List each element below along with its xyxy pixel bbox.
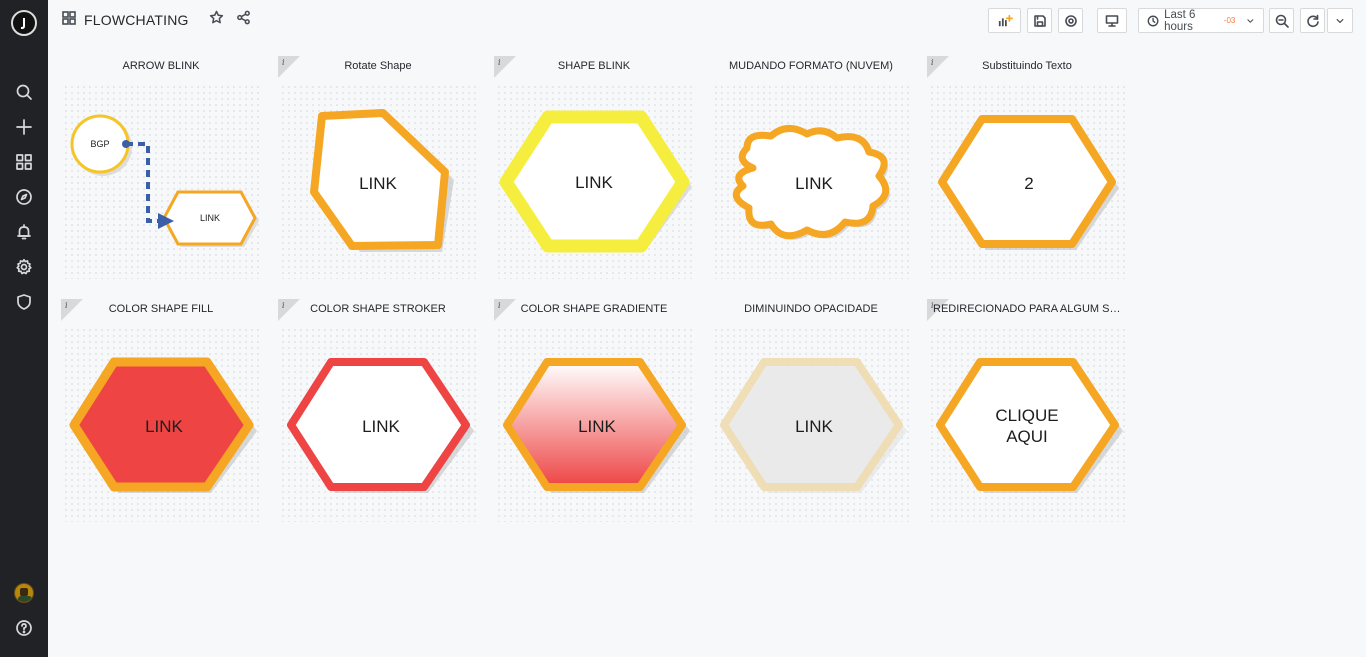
shape-label: LINK [359,174,397,193]
panel-title[interactable]: DIMINUINDO OPACIDADE [711,303,911,315]
bell-icon[interactable] [12,220,36,244]
shape-label: LINK [578,417,616,436]
zoom-out-button[interactable] [1269,8,1294,33]
panel-title[interactable]: ARROW BLINK [61,60,261,72]
panel-mudando-formato[interactable]: MUDANDO FORMATO (NUVEM) LINK [711,0,911,279]
sidebar [0,0,48,657]
link-label-line1[interactable]: CLIQUE [977,405,1077,426]
panel-substituindo-texto[interactable]: i Substituindo Texto 2 [927,0,1127,279]
time-range-picker[interactable]: Last 6 hours -03 [1138,8,1264,33]
node-label: BGP [90,139,110,149]
refresh-button[interactable] [1300,8,1325,33]
plus-icon[interactable] [12,115,36,139]
shape-label: LINK [362,417,400,436]
dashboards-icon[interactable] [12,150,36,174]
panel-title[interactable]: MUDANDO FORMATO (NUVEM) [711,60,911,72]
shape-label: LINK [575,173,613,192]
time-range-label: Last 6 hours [1164,8,1196,33]
shape-label: LINK [795,417,833,436]
search-icon[interactable] [12,80,36,104]
panel-arrow-blink[interactable]: ARROW BLINK BGP LINK [61,0,261,279]
panel-redirecionado[interactable]: i REDIRECIONADO PARA ALGUM SI... CLIQUE … [927,243,1127,522]
panel-title[interactable]: SHAPE BLINK [494,60,694,72]
gear-icon[interactable] [12,255,36,279]
panel-color-shape-gradiente[interactable]: i COLOR SHAPE GRADIENTE LINK [494,243,694,522]
panel-title[interactable]: COLOR SHAPE FILL [61,303,261,315]
timezone-label: -03 [1223,16,1236,25]
panel-title[interactable]: COLOR SHAPE STROKER [278,303,478,315]
chevron-down-icon [1247,18,1254,23]
panel-color-shape-fill[interactable]: i COLOR SHAPE FILL LINK [61,243,261,522]
node-label: LINK [199,213,220,223]
user-avatar[interactable] [14,583,34,603]
flowchart-canvas: LINK [280,327,476,522]
panel-rotate-shape[interactable]: i Rotate Shape LINK [278,0,478,279]
shape-label: 2 [1024,174,1034,193]
panel-shape-blink[interactable]: i SHAPE BLINK LINK [494,0,694,279]
panel-title[interactable]: COLOR SHAPE GRADIENTE [494,303,694,315]
help-icon[interactable] [12,616,36,640]
flowchart-canvas: LINK [63,327,259,522]
panel-color-shape-stroker[interactable]: i COLOR SHAPE STROKER LINK [278,243,478,522]
app-logo-icon[interactable] [11,10,37,36]
shape-label: LINK [795,174,833,193]
link-label-line2[interactable]: AQUI [977,426,1077,447]
panel-diminuindo-opacidade[interactable]: DIMINUINDO OPACIDADE LINK [711,243,911,522]
clock-icon [1147,15,1159,26]
panel-title[interactable]: REDIRECIONADO PARA ALGUM SI... [927,303,1127,315]
shape-label: LINK [145,417,183,436]
refresh-interval-dropdown[interactable] [1327,8,1353,33]
shield-icon[interactable] [12,290,36,314]
flowchart-canvas: CLIQUE AQUI [929,327,1125,522]
flowchart-canvas: LINK [496,327,692,522]
panel-title[interactable]: Rotate Shape [278,60,478,72]
compass-icon[interactable] [12,185,36,209]
panel-title[interactable]: Substituindo Texto [927,60,1127,72]
flowchart-canvas: LINK [713,327,909,522]
